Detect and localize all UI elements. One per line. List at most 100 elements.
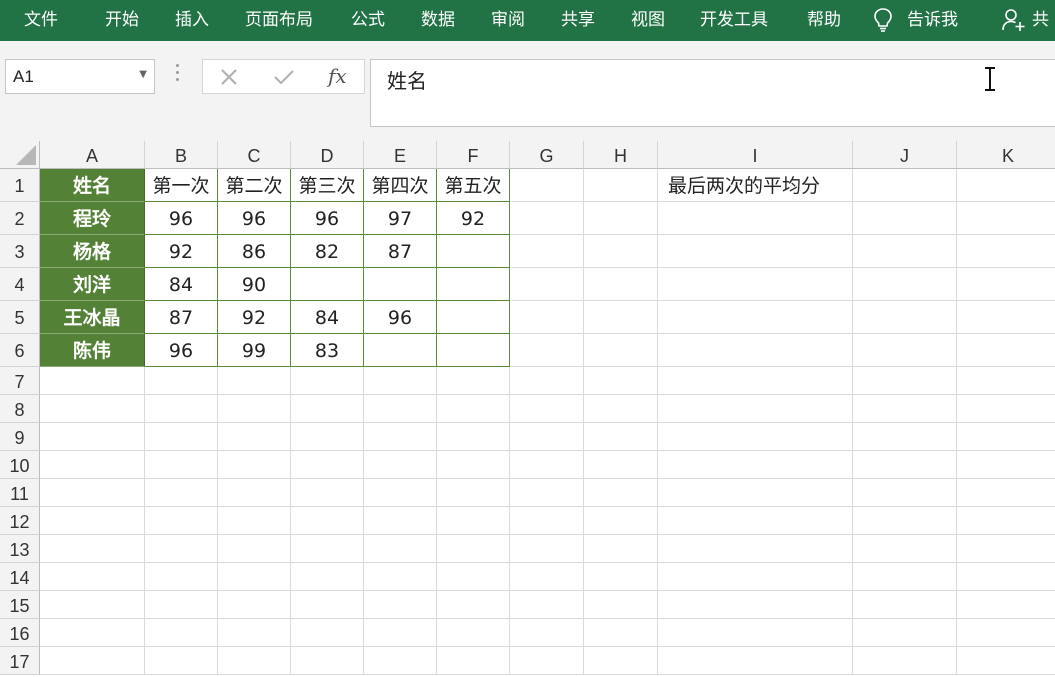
- cell-a1[interactable]: 姓名: [40, 169, 145, 202]
- cell-j11[interactable]: [853, 479, 957, 507]
- cell-j10[interactable]: [853, 451, 957, 479]
- cell-g3[interactable]: [510, 235, 584, 268]
- cell-h6[interactable]: [584, 334, 658, 367]
- column-header-a[interactable]: A: [40, 141, 145, 169]
- cell-a9[interactable]: [40, 423, 145, 451]
- cell-j16[interactable]: [853, 619, 957, 647]
- cell-a5[interactable]: 王冰晶: [40, 301, 145, 334]
- x-icon[interactable]: [220, 69, 238, 85]
- cell-k4[interactable]: [957, 268, 1055, 301]
- cell-k7[interactable]: [957, 367, 1055, 395]
- cell-a14[interactable]: [40, 563, 145, 591]
- cell-c11[interactable]: [218, 479, 291, 507]
- cell-a2[interactable]: 程玲: [40, 202, 145, 235]
- cell-d8[interactable]: [291, 395, 364, 423]
- cell-b11[interactable]: [145, 479, 218, 507]
- cell-g2[interactable]: [510, 202, 584, 235]
- cell-j13[interactable]: [853, 535, 957, 563]
- cell-e6[interactable]: [364, 334, 437, 367]
- cell-d3[interactable]: 82: [291, 235, 364, 268]
- cell-d5[interactable]: 84: [291, 301, 364, 334]
- cell-b13[interactable]: [145, 535, 218, 563]
- column-header-f[interactable]: F: [437, 141, 510, 169]
- column-header-d[interactable]: D: [291, 141, 364, 169]
- check-icon[interactable]: [273, 69, 295, 85]
- cell-h9[interactable]: [584, 423, 658, 451]
- row-header-8[interactable]: 8: [0, 395, 40, 423]
- cell-j15[interactable]: [853, 591, 957, 619]
- row-header-6[interactable]: 6: [0, 334, 40, 367]
- cell-d12[interactable]: [291, 507, 364, 535]
- fx-icon[interactable]: fx: [328, 64, 347, 88]
- cell-e7[interactable]: [364, 367, 437, 395]
- column-header-c[interactable]: C: [218, 141, 291, 169]
- row-header-11[interactable]: 11: [0, 479, 40, 507]
- name-box[interactable]: A1 ▼: [5, 59, 155, 94]
- cell-k9[interactable]: [957, 423, 1055, 451]
- cell-k5[interactable]: [957, 301, 1055, 334]
- cell-d14[interactable]: [291, 563, 364, 591]
- cell-g8[interactable]: [510, 395, 584, 423]
- tab-help[interactable]: 帮助: [807, 0, 841, 41]
- cell-h10[interactable]: [584, 451, 658, 479]
- cell-f15[interactable]: [437, 591, 510, 619]
- cell-k6[interactable]: [957, 334, 1055, 367]
- tab-home[interactable]: 开始: [105, 0, 139, 41]
- column-header-k[interactable]: K: [957, 141, 1055, 169]
- cell-f9[interactable]: [437, 423, 510, 451]
- cell-f10[interactable]: [437, 451, 510, 479]
- cell-j7[interactable]: [853, 367, 957, 395]
- cell-d7[interactable]: [291, 367, 364, 395]
- cell-i9[interactable]: [658, 423, 853, 451]
- column-header-j[interactable]: J: [853, 141, 957, 169]
- cell-i6[interactable]: [658, 334, 853, 367]
- cell-c9[interactable]: [218, 423, 291, 451]
- cell-b4[interactable]: 84: [145, 268, 218, 301]
- cell-c16[interactable]: [218, 619, 291, 647]
- cell-i2[interactable]: [658, 202, 853, 235]
- cell-i1[interactable]: 最后两次的平均分: [658, 169, 853, 202]
- cell-i10[interactable]: [658, 451, 853, 479]
- cell-c7[interactable]: [218, 367, 291, 395]
- select-all-button[interactable]: [0, 141, 40, 169]
- row-header-15[interactable]: 15: [0, 591, 40, 619]
- cell-j6[interactable]: [853, 334, 957, 367]
- cell-i4[interactable]: [658, 268, 853, 301]
- cell-e3[interactable]: 87: [364, 235, 437, 268]
- cell-b9[interactable]: [145, 423, 218, 451]
- column-header-h[interactable]: H: [584, 141, 658, 169]
- cell-b10[interactable]: [145, 451, 218, 479]
- cell-a15[interactable]: [40, 591, 145, 619]
- cell-a11[interactable]: [40, 479, 145, 507]
- worksheet-grid[interactable]: A B C D E F G H I J K 1 2 3 4 5 6 7 8 9 10 11 12 13 14 15 16 17 姓名 第一…: [0, 141, 1055, 675]
- cell-f12[interactable]: [437, 507, 510, 535]
- tab-review[interactable]: 审阅: [491, 0, 525, 41]
- column-header-i[interactable]: I: [658, 141, 853, 169]
- cell-c12[interactable]: [218, 507, 291, 535]
- cell-k15[interactable]: [957, 591, 1055, 619]
- cell-g10[interactable]: [510, 451, 584, 479]
- cell-h11[interactable]: [584, 479, 658, 507]
- cell-d13[interactable]: [291, 535, 364, 563]
- cell-k8[interactable]: [957, 395, 1055, 423]
- tab-view[interactable]: 视图: [631, 0, 665, 41]
- cell-g14[interactable]: [510, 563, 584, 591]
- cell-d11[interactable]: [291, 479, 364, 507]
- tab-formulas[interactable]: 公式: [351, 0, 385, 41]
- cell-e10[interactable]: [364, 451, 437, 479]
- row-header-4[interactable]: 4: [0, 268, 40, 301]
- cell-c4[interactable]: 90: [218, 268, 291, 301]
- cell-b3[interactable]: 92: [145, 235, 218, 268]
- cell-e15[interactable]: [364, 591, 437, 619]
- cell-e9[interactable]: [364, 423, 437, 451]
- row-header-13[interactable]: 13: [0, 535, 40, 563]
- cell-c15[interactable]: [218, 591, 291, 619]
- cell-j8[interactable]: [853, 395, 957, 423]
- cell-k3[interactable]: [957, 235, 1055, 268]
- row-header-12[interactable]: 12: [0, 507, 40, 535]
- person-add-icon[interactable]: [1002, 7, 1026, 33]
- cell-k13[interactable]: [957, 535, 1055, 563]
- cell-e8[interactable]: [364, 395, 437, 423]
- cell-f16[interactable]: [437, 619, 510, 647]
- cell-g13[interactable]: [510, 535, 584, 563]
